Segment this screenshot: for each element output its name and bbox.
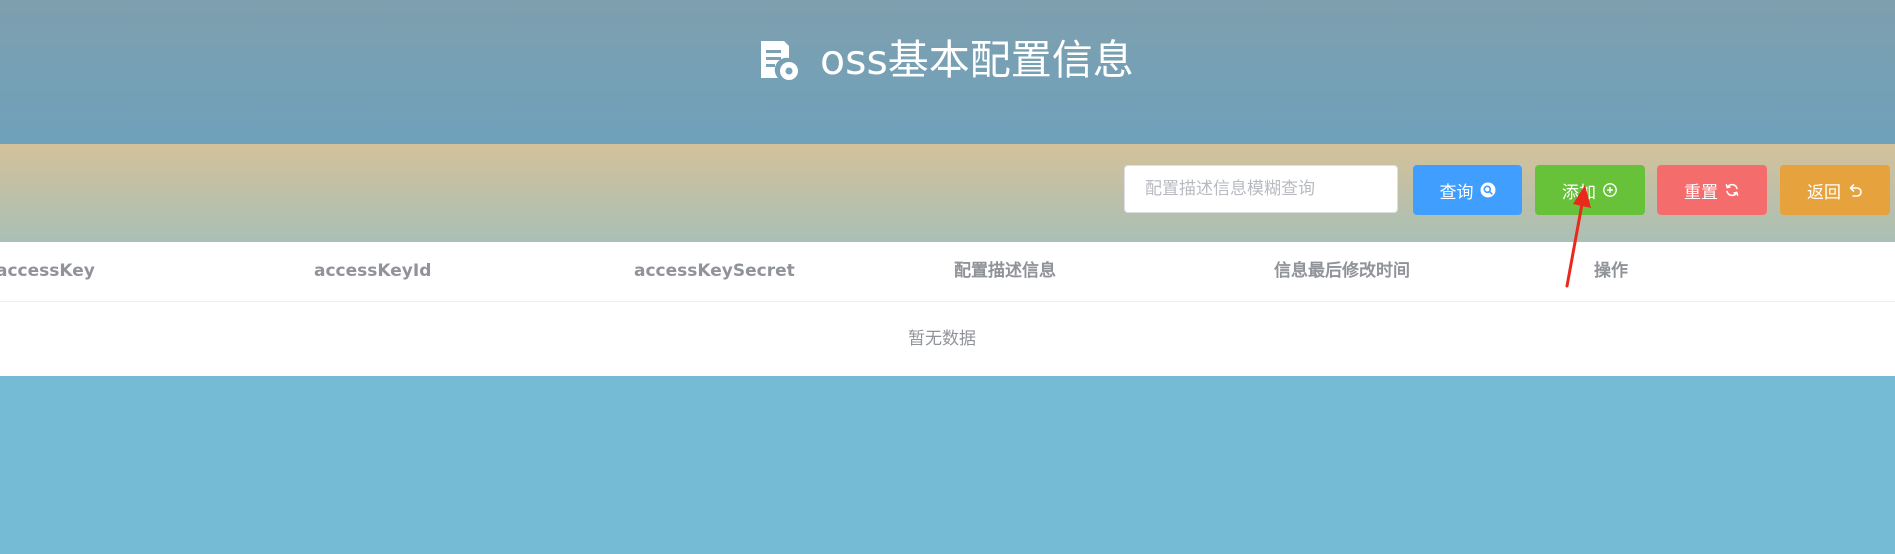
page-header: oss基本配置信息 [0,0,1895,144]
column-header-access-key-id: accessKeyId [314,261,432,281]
query-button[interactable]: 查询 [1413,165,1522,215]
query-button-label: 查询 [1439,182,1474,203]
data-table: accessKey accessKeyId accessKeySecret 配置… [0,242,1895,376]
header-title-group: oss基本配置信息 [758,34,1134,86]
table-empty-text: 暂无数据 [908,329,976,349]
search-icon [1480,182,1495,198]
table-header: accessKey accessKeyId accessKeySecret 配置… [0,242,1895,302]
column-header-access-key-secret: accessKeySecret [634,261,795,281]
page-title: oss基本配置信息 [820,36,1134,84]
back-button[interactable]: 返回 [1780,165,1890,215]
plus-circle-icon [1603,183,1617,197]
add-button-label: 添加 [1562,182,1596,203]
refresh-icon [1725,183,1739,197]
search-input[interactable] [1124,165,1398,213]
reset-button-label: 重置 [1684,182,1718,203]
reset-button[interactable]: 重置 [1657,165,1767,215]
add-button[interactable]: 添加 [1535,165,1645,215]
column-header-actions: 操作 [1594,261,1628,281]
column-header-last-modified: 信息最后修改时间 [1274,261,1410,281]
column-header-access-key: accessKey [0,261,95,281]
column-header-description: 配置描述信息 [954,261,1056,281]
document-gear-icon [761,41,798,80]
undo-icon [1849,184,1862,197]
back-button-label: 返回 [1807,182,1841,203]
toolbar: 查询 添加 重置 返回 [0,144,1895,242]
